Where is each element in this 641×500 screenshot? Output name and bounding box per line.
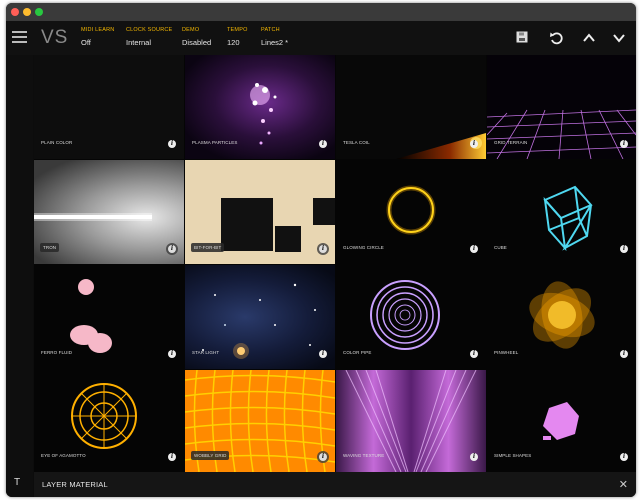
demo-field[interactable]: DEMO Disabled <box>182 27 211 47</box>
tile-tron[interactable]: TRON i <box>34 160 184 264</box>
tile-grid-terrain[interactable]: GRID TERRAIN i <box>487 55 636 159</box>
hamburger-menu-icon[interactable] <box>12 31 27 43</box>
tile-label: SIMPLE SHAPES <box>494 453 532 458</box>
tile-wobbly-grid[interactable]: WOBBLY GRID i <box>185 370 335 472</box>
tempo-label: TEMPO <box>227 27 248 33</box>
info-icon[interactable]: i <box>470 453 478 461</box>
left-sidebar: T <box>6 55 33 497</box>
cube-preview <box>543 185 593 252</box>
tile-color-pipe[interactable]: COLOR PIPE i <box>336 265 486 369</box>
tile-label: COLOR PIPE <box>343 350 372 355</box>
info-icon[interactable]: i <box>319 245 327 253</box>
patch-label: PATCH <box>261 27 280 33</box>
tile-label: STAR LIGHT <box>192 350 220 355</box>
tile-label: FERRO FLUID <box>41 350 73 355</box>
tile-cube[interactable]: CUBE i <box>487 160 636 264</box>
close-icon[interactable]: ✕ <box>619 478 628 491</box>
layer-material-panel: LAYER MATERIAL ✕ <box>34 472 636 497</box>
info-icon[interactable]: i <box>470 140 478 148</box>
close-window-button[interactable] <box>11 8 19 16</box>
demo-label: DEMO <box>182 27 200 33</box>
save-icon[interactable] <box>516 31 528 45</box>
patch-field[interactable]: PATCH Lines2 * <box>261 27 288 47</box>
tile-star-light[interactable]: STAR LIGHT i <box>185 265 335 369</box>
info-icon[interactable]: i <box>470 350 478 358</box>
tile-tesla-coil[interactable]: TESLA COIL i <box>336 55 486 159</box>
tile-waving-texture[interactable]: WAVING TEXTURE i <box>336 370 486 472</box>
info-icon[interactable]: i <box>319 140 327 148</box>
chevron-down-icon[interactable] <box>612 31 626 47</box>
info-icon[interactable]: i <box>168 453 176 461</box>
midi-learn-value: Off <box>81 38 91 47</box>
tile-label: TRON <box>40 243 60 252</box>
tile-eye-of-agamotto[interactable]: EYE OF AGAMOTTO i <box>34 370 184 472</box>
tempo-value: 120 <box>227 38 240 47</box>
header: VS MIDI LEARN Off CLOCK SOURCE Internal … <box>6 21 636 55</box>
tile-glowing-circle[interactable]: GLOWING CIRCLE i <box>336 160 486 264</box>
tile-label: PLAIN COLOR <box>41 140 73 145</box>
app-logo: VS <box>41 27 69 48</box>
tile-plain-color[interactable]: PLAIN COLOR i <box>34 55 184 159</box>
tile-label: EYE OF AGAMOTTO <box>41 453 86 458</box>
info-icon[interactable]: i <box>168 350 176 358</box>
tile-label: PLASMA PARTICLES <box>192 140 238 145</box>
tile-label: GRID TERRAIN <box>494 140 528 145</box>
tile-label: CUBE <box>494 245 507 250</box>
demo-value: Disabled <box>182 38 212 47</box>
title-bar <box>6 3 636 21</box>
tile-label: WOBBLY GRID <box>191 451 230 460</box>
clock-source-value: Internal <box>126 38 152 47</box>
info-icon[interactable]: i <box>319 453 327 461</box>
panel-title: LAYER MATERIAL <box>42 480 108 489</box>
tile-label: TESLA COIL <box>343 140 370 145</box>
tile-label: PINWHEEL <box>494 350 519 355</box>
tile-pinwheel[interactable]: PINWHEEL i <box>487 265 636 369</box>
info-icon[interactable]: i <box>319 350 327 358</box>
info-icon[interactable]: i <box>620 350 628 358</box>
tile-plasma-particles[interactable]: PLASMA PARTICLES i <box>185 55 335 159</box>
info-icon[interactable]: i <box>620 453 628 461</box>
tile-bit-for-bit[interactable]: BIT-FOR-BIT i <box>185 160 335 264</box>
clock-source-field[interactable]: CLOCK SOURCE Internal <box>126 27 172 47</box>
material-grid: PLAIN COLOR i PLASMA PARTICLES i TESLA C… <box>34 55 636 472</box>
info-icon[interactable]: i <box>620 140 628 148</box>
midi-learn-field[interactable]: MIDI LEARN Off <box>81 27 114 47</box>
tile-label: WAVING TEXTURE <box>343 453 385 458</box>
midi-learn-label: MIDI LEARN <box>81 27 115 33</box>
patch-value: Lines2 * <box>261 38 289 47</box>
chevron-up-icon[interactable] <box>582 31 596 47</box>
info-icon[interactable]: i <box>168 140 176 148</box>
tile-label: GLOWING CIRCLE <box>343 245 384 250</box>
info-icon[interactable]: i <box>168 245 176 253</box>
app-window: VS MIDI LEARN Off CLOCK SOURCE Internal … <box>6 3 636 497</box>
tile-label: BIT-FOR-BIT <box>191 243 225 252</box>
info-icon[interactable]: i <box>620 245 628 253</box>
undo-icon[interactable] <box>549 31 563 47</box>
info-icon[interactable]: i <box>470 245 478 253</box>
zoom-window-button[interactable] <box>35 8 43 16</box>
tile-simple-shapes[interactable]: SIMPLE SHAPES i <box>487 370 636 472</box>
text-tool-button[interactable]: T <box>14 477 20 488</box>
tempo-field[interactable]: TEMPO 120 <box>227 27 248 47</box>
minimize-window-button[interactable] <box>23 8 31 16</box>
clock-source-label: CLOCK SOURCE <box>126 27 173 33</box>
tile-ferro-fluid[interactable]: FERRO FLUID i <box>34 265 184 369</box>
